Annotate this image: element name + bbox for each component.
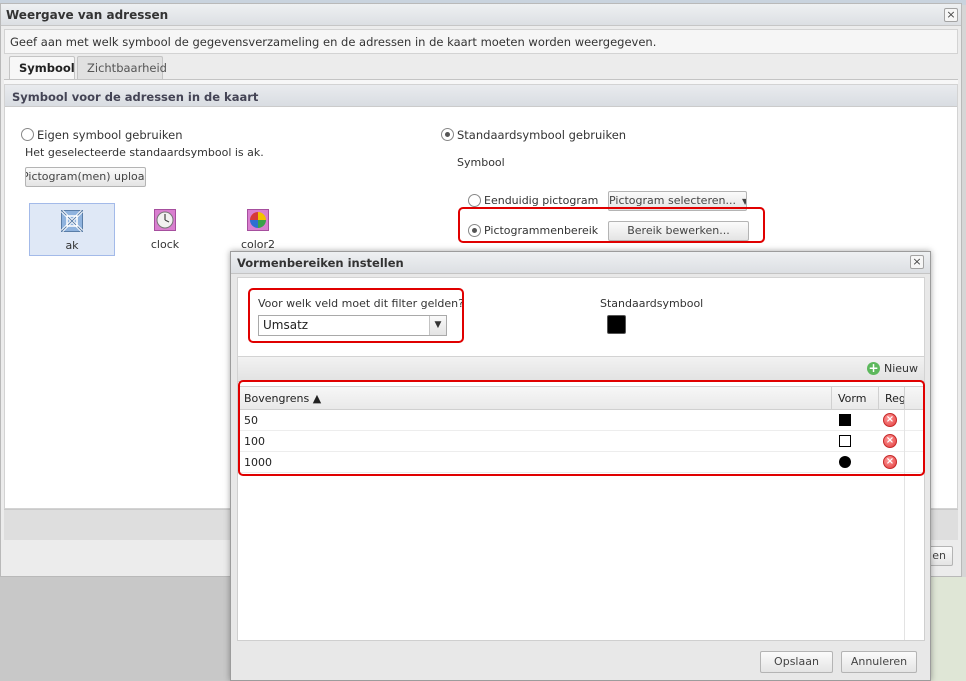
- delete-icon[interactable]: ×: [883, 455, 897, 469]
- save-button[interactable]: Opslaan: [760, 651, 833, 673]
- edit-range-button[interactable]: Bereik bewerken...: [608, 221, 749, 241]
- grid-toolbar: + Nieuw: [237, 357, 925, 381]
- window-description: Geef aan met welk symbool de gegevensver…: [4, 29, 958, 54]
- grid-scroll-divider: [904, 410, 905, 640]
- cross-pattern-icon: [61, 210, 83, 232]
- column-header-remove[interactable]: Reg: [879, 387, 905, 410]
- color-wheel-icon: [247, 209, 269, 231]
- dialog-close-icon[interactable]: ×: [910, 255, 924, 269]
- chevron-down-icon: ▼: [429, 316, 446, 335]
- single-icon-radio[interactable]: [468, 194, 481, 207]
- dialog-title: Vormenbereiken instellen: [237, 256, 404, 270]
- clock-icon: [154, 209, 176, 231]
- panel-title: Symbool voor de adressen in de kaart: [5, 85, 957, 107]
- ranges-grid: Bovengrens ▲ Vorm Reg 50 × 100 × 1000 ×: [237, 381, 925, 641]
- upload-icons-button[interactable]: Pictogram(men) uploaden: [25, 167, 146, 187]
- cancel-button[interactable]: Annuleren: [841, 651, 917, 673]
- symbol-label: Symbool: [457, 156, 505, 169]
- grid-header: Bovengrens ▲ Vorm Reg: [238, 386, 924, 410]
- icon-label-ak: ak: [65, 239, 79, 252]
- own-symbol-label: Eigen symbool gebruiken: [37, 128, 183, 142]
- icon-label-color2: color2: [240, 238, 276, 251]
- standard-symbol-radio[interactable]: [441, 128, 454, 141]
- own-symbol-radio[interactable]: [21, 128, 34, 141]
- table-row[interactable]: 1000 ×: [238, 452, 924, 473]
- default-symbol-label: Standaardsymbool: [600, 297, 704, 310]
- default-symbol-swatch[interactable]: [607, 315, 626, 334]
- column-header-upper-bound[interactable]: Bovengrens ▲: [238, 387, 832, 410]
- upper-bound-cell: 100: [244, 435, 265, 448]
- standard-symbol-label: Standaardsymbool gebruiken: [457, 128, 627, 142]
- icon-option-ak[interactable]: ak: [29, 203, 115, 256]
- shape-ranges-dialog: Vormenbereiken instellen × Voor welk vel…: [230, 251, 931, 681]
- filter-field-value: Umsatz: [263, 318, 309, 332]
- window-header: Weergave van adressen ×: [1, 4, 961, 26]
- filter-field-label: Voor welk veld moet dit filter gelden?: [258, 297, 464, 310]
- select-icon-button[interactable]: Pictogram selecteren... ▼: [608, 191, 747, 211]
- shape-square-filled-icon[interactable]: [839, 414, 851, 426]
- delete-icon[interactable]: ×: [883, 434, 897, 448]
- dialog-header: Vormenbereiken instellen ×: [231, 252, 930, 274]
- icon-label-clock: clock: [150, 238, 180, 251]
- shape-square-open-icon[interactable]: [839, 435, 851, 447]
- tab-symbool[interactable]: Symbool: [9, 56, 75, 80]
- window-title: Weergave van adressen: [6, 8, 169, 22]
- upper-bound-cell: 50: [244, 414, 258, 427]
- upper-bound-cell: 1000: [244, 456, 272, 469]
- new-button[interactable]: + Nieuw: [866, 362, 918, 376]
- tab-zichtbaarheid[interactable]: Zichtbaarheid: [77, 56, 167, 79]
- filter-field-select[interactable]: Umsatz ▼: [258, 315, 447, 336]
- new-button-label: Nieuw: [883, 362, 918, 375]
- column-header-shape[interactable]: Vorm: [832, 387, 879, 410]
- select-icon-button-label: Pictogram selecteren...: [609, 194, 736, 207]
- add-icon: +: [866, 361, 880, 375]
- own-symbol-info: Het geselecteerde standaardsymbool is ak…: [25, 146, 264, 159]
- window-close-icon[interactable]: ×: [944, 8, 958, 22]
- shape-circle-filled-icon[interactable]: [839, 456, 851, 468]
- icon-option-color2[interactable]: color2: [215, 203, 301, 256]
- delete-icon[interactable]: ×: [883, 413, 897, 427]
- dialog-footer: Opslaan Annuleren: [231, 644, 930, 680]
- icon-range-radio[interactable]: [468, 224, 481, 237]
- icon-range-label: Pictogrammenbereik: [484, 224, 599, 237]
- background-map: [930, 577, 966, 681]
- table-row[interactable]: 50 ×: [238, 410, 924, 431]
- filter-settings-area: Voor welk veld moet dit filter gelden? U…: [237, 277, 925, 357]
- chevron-down-icon: ▼: [742, 197, 746, 206]
- icon-option-clock[interactable]: clock: [122, 203, 208, 256]
- table-row[interactable]: 100 ×: [238, 431, 924, 452]
- single-icon-label: Eenduidig pictogram: [484, 194, 599, 207]
